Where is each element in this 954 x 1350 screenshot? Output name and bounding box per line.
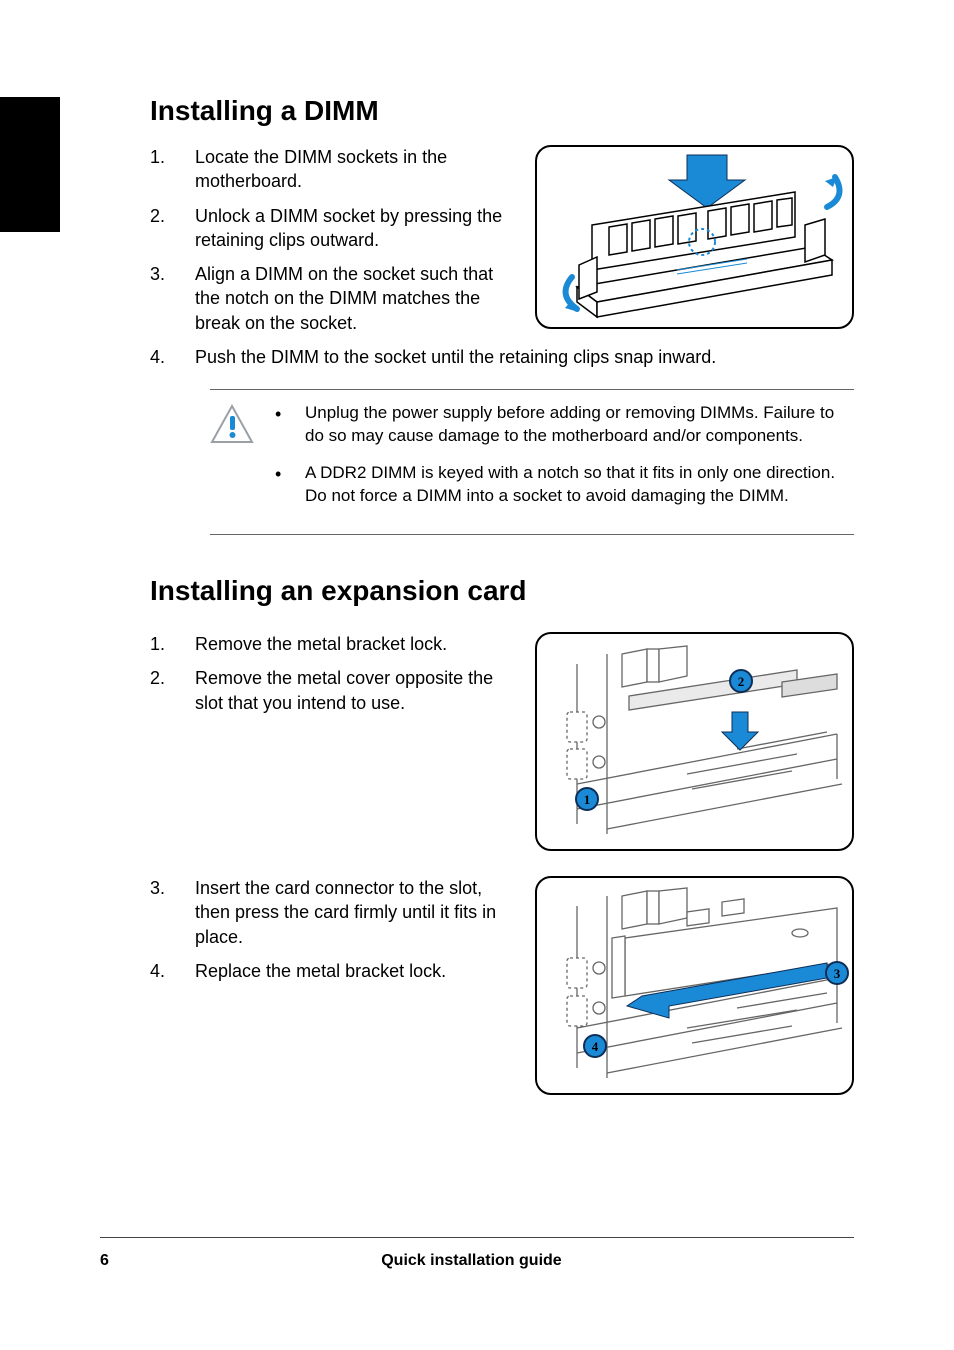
heading-installing-expansion-card: Installing an expansion card (150, 575, 854, 607)
expansion-steps-b: Insert the card connector to the slot, t… (150, 876, 515, 983)
dimm-step-3: Align a DIMM on the socket such that the… (150, 262, 515, 335)
fig2-label-3: 3 (834, 966, 841, 981)
warning-note-2: A DDR2 DIMM is keyed with a notch so tha… (275, 462, 854, 508)
heading-installing-dimm: Installing a DIMM (150, 95, 854, 127)
exp-step-3: Insert the card connector to the slot, t… (150, 876, 515, 949)
dimm-steps-col: Locate the DIMM sockets in the motherboa… (150, 145, 515, 345)
dimm-steps-list: Locate the DIMM sockets in the motherboa… (150, 145, 515, 335)
exp-step-4: Replace the metal bracket lock. (150, 959, 515, 983)
dimm-content-row: Locate the DIMM sockets in the motherboa… (150, 145, 854, 345)
dimm-step-4: Push the DIMM to the socket until the re… (150, 345, 854, 369)
warning-triangle-icon (210, 402, 255, 447)
footer-title: Quick installation guide (109, 1252, 834, 1270)
warning-note-1: Unplug the power supply before adding or… (275, 402, 854, 448)
expansion-steps-a-col: Remove the metal bracket lock. Remove th… (150, 632, 515, 832)
dimm-steps-list-cont: Push the DIMM to the socket until the re… (150, 345, 854, 369)
footer-spacer (834, 1252, 854, 1270)
dimm-install-diagram (535, 145, 854, 329)
document-page: Installing a DIMM Locate the DIMM socket… (0, 0, 954, 1350)
page-number: 6 (100, 1252, 109, 1270)
fig1-label-1: 1 (584, 792, 591, 807)
expansion-steps-b-col: Insert the card connector to the slot, t… (150, 876, 515, 1076)
exp-step-1: Remove the metal bracket lock. (150, 632, 515, 656)
warning-note-block: Unplug the power supply before adding or… (210, 389, 854, 535)
expansion-card-slot-diagram: 2 1 (535, 632, 854, 851)
warning-bullet-list: Unplug the power supply before adding or… (275, 402, 854, 522)
chapter-tab (0, 97, 60, 232)
fig2-label-4: 4 (592, 1039, 599, 1054)
expansion-steps-a: Remove the metal bracket lock. Remove th… (150, 632, 515, 715)
dimm-step-2: Unlock a DIMM socket by pressing the ret… (150, 204, 515, 253)
exp-step-2: Remove the metal cover opposite the slot… (150, 666, 515, 715)
expansion-row-1: Remove the metal bracket lock. Remove th… (150, 632, 854, 851)
expansion-row-2: Insert the card connector to the slot, t… (150, 876, 854, 1095)
page-footer: 6 Quick installation guide (100, 1237, 854, 1270)
dimm-step-1: Locate the DIMM sockets in the motherboa… (150, 145, 515, 194)
fig1-label-2: 2 (738, 674, 745, 689)
expansion-card-insert-diagram: 3 4 (535, 876, 854, 1095)
